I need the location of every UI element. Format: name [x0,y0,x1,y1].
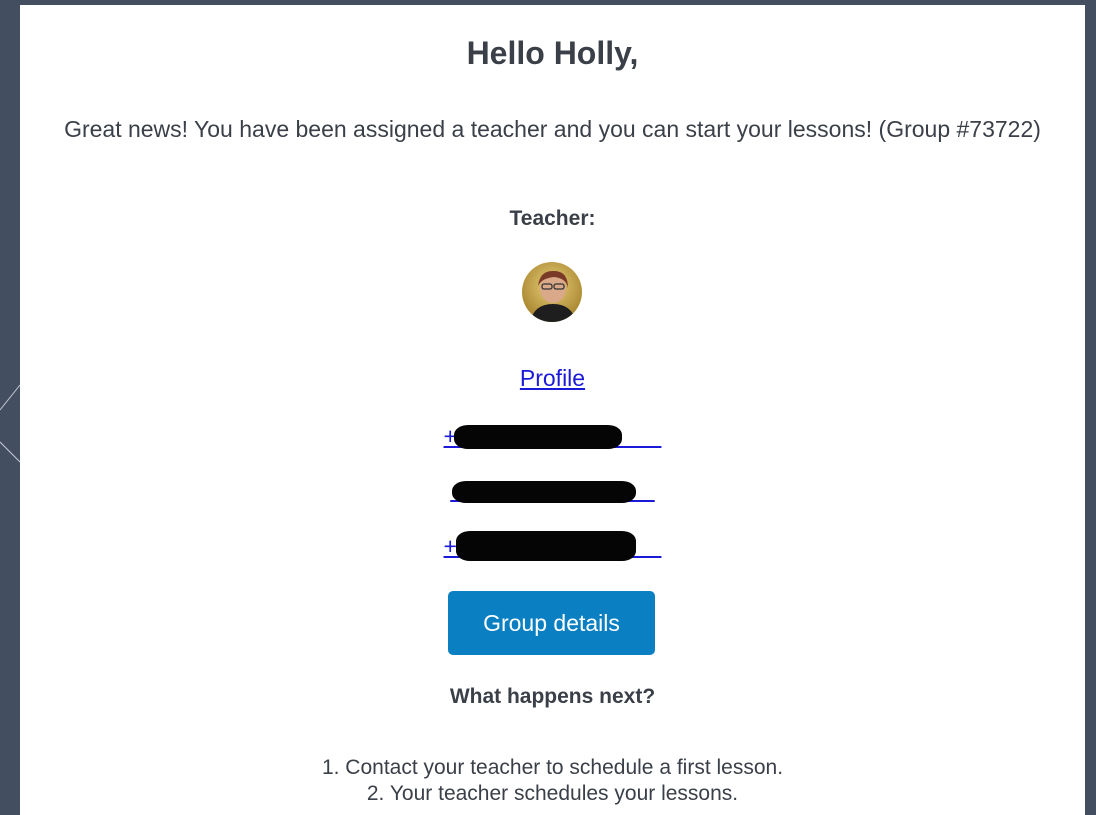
email-body: Hello Holly, Great news! You have been a… [20,5,1085,815]
list-item: 2. Your teacher schedules your lessons. [366,782,739,805]
group-details-button[interactable]: Group details [448,591,655,655]
profile-link[interactable]: Profile [520,365,585,391]
profile-link-row: Profile [20,365,1085,392]
redaction-mark [455,531,636,561]
redaction-mark [452,481,637,503]
greeting-heading: Hello Holly, [466,35,639,71]
redaction-mark [453,425,622,449]
next-steps-list: 1. Contact your teacher to schedule a fi… [20,755,1085,807]
contact-email-row [20,477,1085,504]
teacher-label: Teacher: [509,207,596,230]
contact-phone-row: + [20,423,1085,450]
teacher-avatar[interactable] [522,262,582,322]
next-steps-heading: What happens next? [449,685,656,708]
list-item: 1. Contact your teacher to schedule a fi… [321,756,784,779]
contact-phone-2-row: + [20,531,1085,561]
intro-text: Great news! You have been assigned a tea… [64,116,1041,142]
